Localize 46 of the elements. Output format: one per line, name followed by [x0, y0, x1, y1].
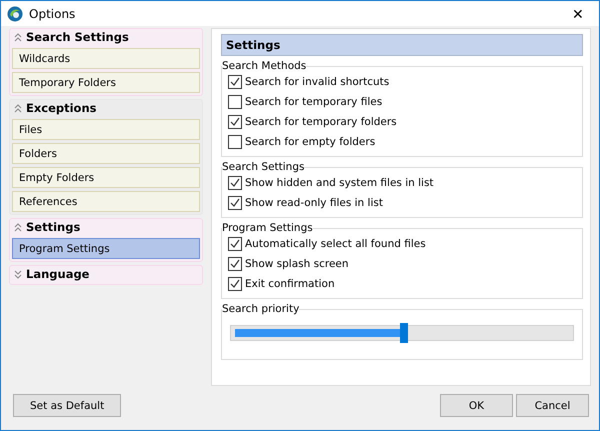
priority-slider[interactable] — [230, 325, 574, 341]
checkbox-option[interactable]: Show hidden and system files in list — [228, 173, 576, 192]
checkbox[interactable] — [228, 276, 242, 290]
checkbox[interactable] — [228, 134, 242, 148]
sidebar-item[interactable]: Program Settings — [12, 238, 200, 259]
group-header[interactable]: Search Settings — [12, 29, 200, 45]
checkbox-option[interactable]: Search for temporary files — [228, 92, 576, 111]
sidebar-item[interactable]: Files — [12, 119, 200, 140]
slider-thumb[interactable] — [400, 323, 408, 343]
chevron-up-icon — [14, 32, 22, 42]
group-title: Program Settings — [222, 222, 313, 234]
chevron-up-icon — [14, 222, 22, 232]
group-header[interactable]: Language — [12, 266, 200, 282]
group-header[interactable]: Settings — [12, 219, 200, 235]
checkbox[interactable] — [228, 74, 242, 88]
default-button[interactable]: Set as Default — [13, 394, 122, 417]
checkbox-option[interactable]: Exit confirmation — [228, 274, 576, 293]
panel-header: Settings — [221, 34, 583, 56]
checkbox-option[interactable]: Search for empty folders — [228, 132, 576, 151]
checkbox-option[interactable]: Search for temporary folders — [228, 112, 576, 131]
checkbox[interactable] — [228, 176, 242, 190]
group-title: Search priority — [222, 303, 300, 315]
sidebar-item[interactable]: Folders — [12, 143, 200, 164]
app-logo-icon — [7, 6, 23, 22]
checkbox-option[interactable]: Show read-only files in list — [228, 193, 576, 212]
checkbox-option[interactable]: Automatically select all found files — [228, 234, 576, 253]
group-title: Search Settings — [222, 161, 304, 173]
sidebar-item[interactable]: References — [12, 191, 200, 212]
checkbox[interactable] — [228, 196, 242, 210]
checkbox[interactable] — [228, 256, 242, 270]
checkbox-option[interactable]: Search for invalid shortcuts — [228, 72, 576, 91]
chevron-down-icon — [14, 270, 22, 278]
dialog-button[interactable]: Cancel — [516, 394, 589, 417]
sidebar-item[interactable]: Empty Folders — [12, 167, 200, 188]
checkbox[interactable] — [228, 94, 242, 108]
chevron-up-icon — [14, 104, 22, 112]
checkbox-option[interactable]: Show splash screen — [228, 254, 576, 273]
checkbox[interactable] — [228, 114, 242, 128]
group-title: Search Methods — [222, 60, 306, 72]
checkbox[interactable] — [228, 236, 242, 250]
sidebar-item[interactable]: Wildcards — [12, 48, 200, 69]
close-button[interactable]: ✕ — [563, 1, 593, 26]
group-header[interactable]: Exceptions — [12, 100, 200, 116]
window-title: Options — [29, 6, 76, 20]
sidebar-item[interactable]: Temporary Folders — [12, 72, 200, 93]
dialog-button[interactable]: OK — [440, 394, 513, 417]
